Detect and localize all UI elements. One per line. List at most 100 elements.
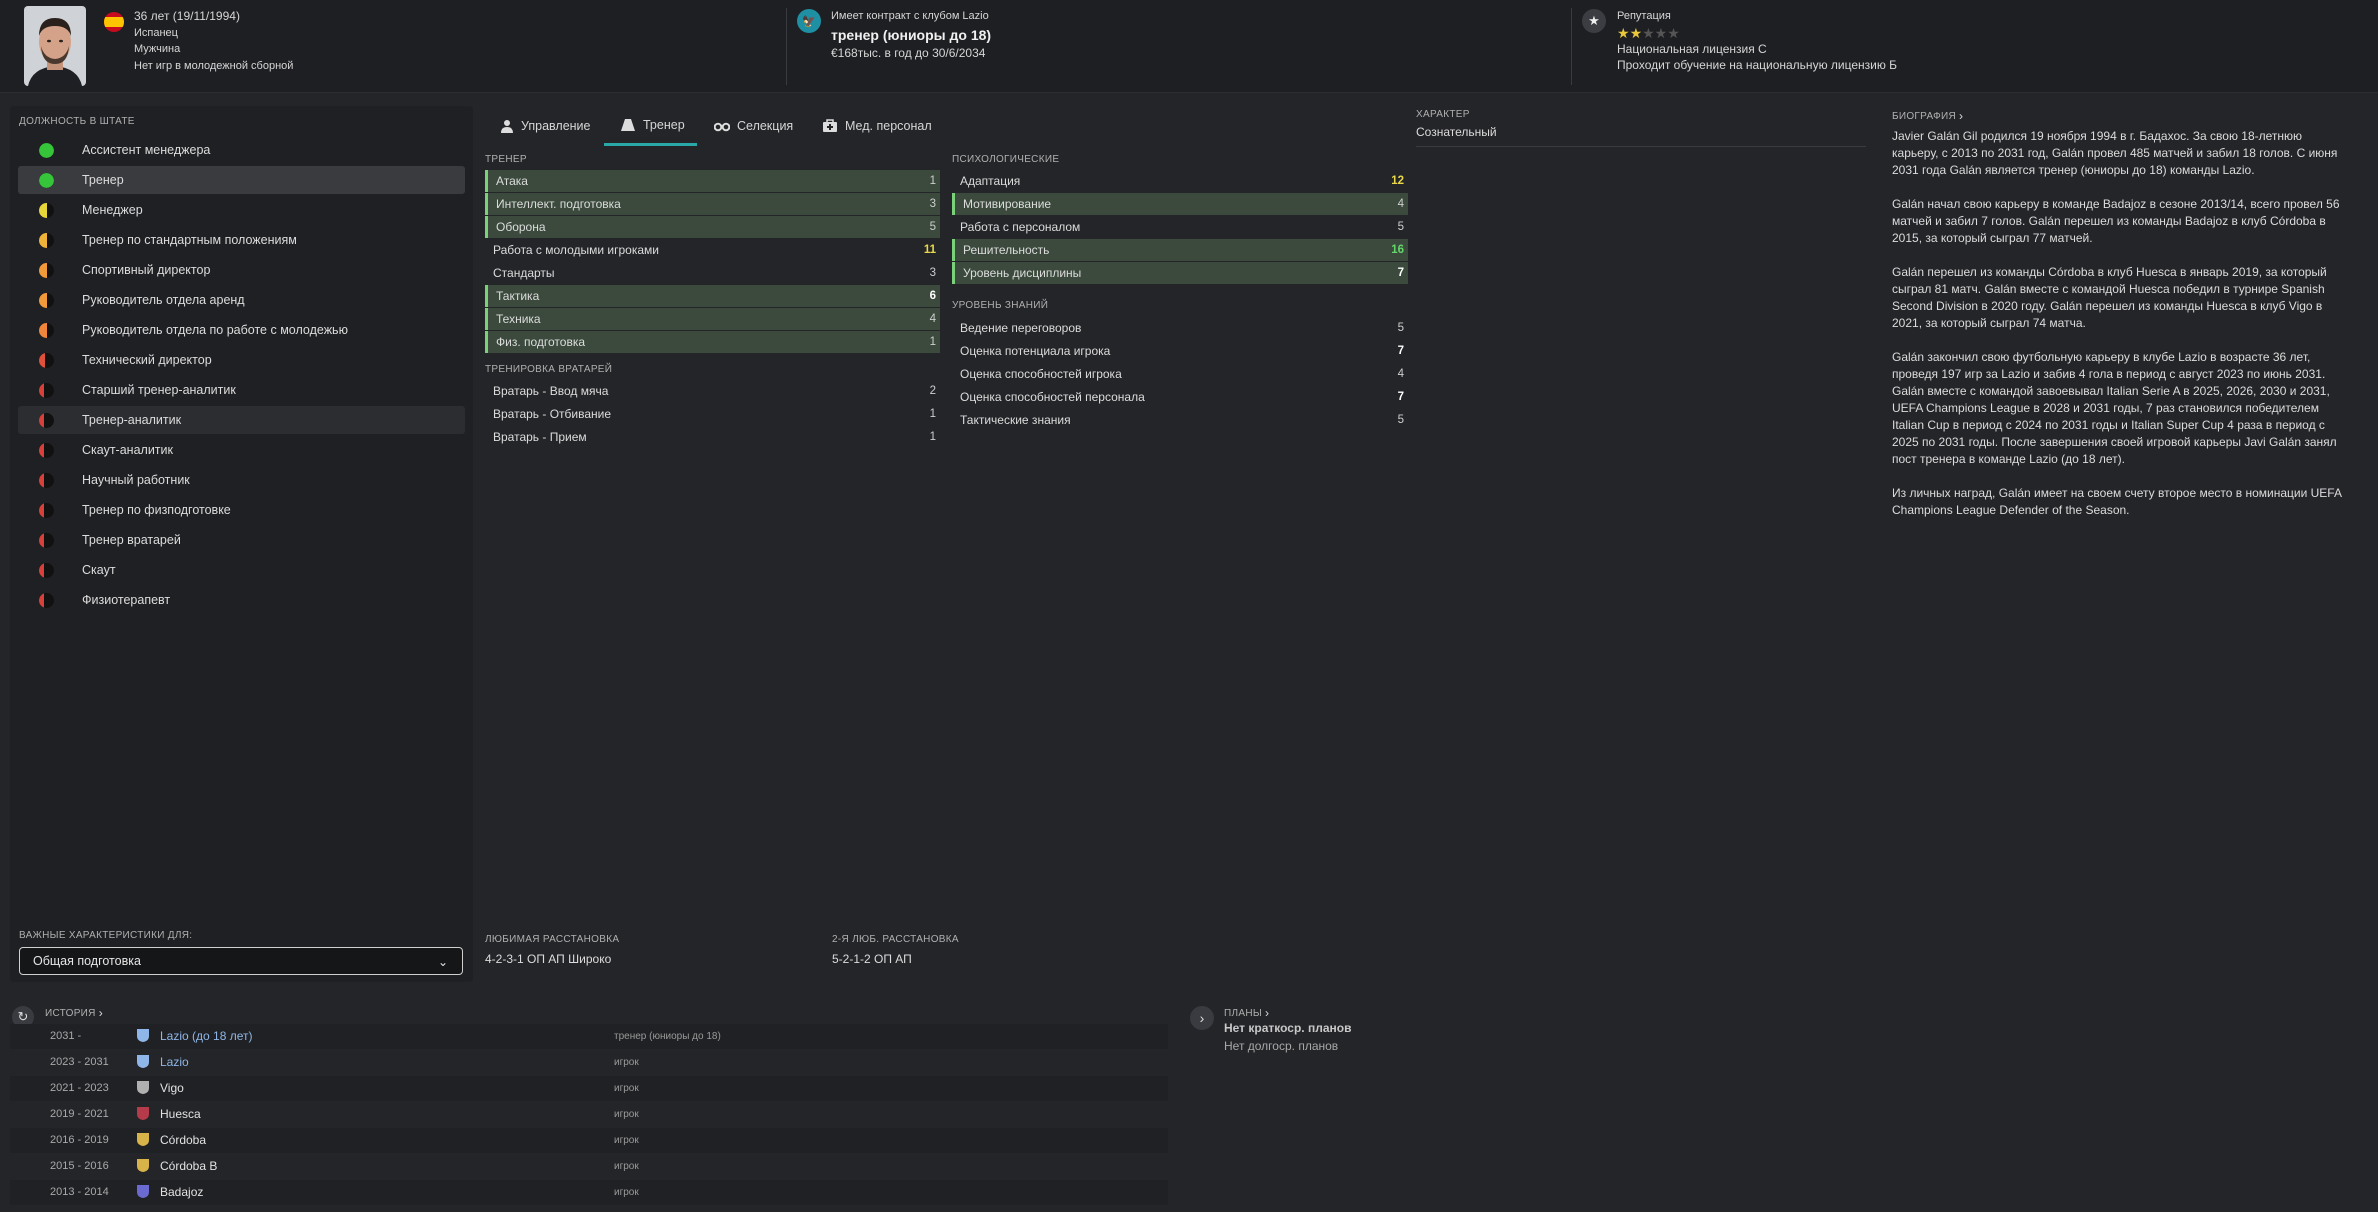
staff-role-item[interactable]: Спортивный директор (18, 256, 465, 284)
attribute-name: Вратарь - Ввод мяча (493, 384, 609, 398)
suitability-icon (39, 383, 54, 398)
history-role: тренер (юниоры до 18) (614, 1031, 721, 1042)
attribute-row[interactable]: Вратарь - Отбивание 1 (485, 403, 940, 425)
contract-label: Имеет контракт с клубом Lazio (831, 10, 989, 22)
history-years: 2021 - 2023 (50, 1082, 109, 1094)
attribute-row[interactable]: Вратарь - Ввод мяча 2 (485, 380, 940, 402)
lazio-crest-icon[interactable]: 🦅 (797, 9, 821, 33)
history-club[interactable]: Badajoz (160, 1185, 203, 1199)
attribute-row[interactable]: Атака 1 (485, 170, 940, 192)
plans-header[interactable]: ПЛАНЫ › (1224, 1006, 1269, 1020)
suitability-icon (39, 203, 54, 218)
attribute-row[interactable]: Работа с молодыми игроками 11 (485, 239, 940, 261)
tab-scouting[interactable]: Селекция (714, 106, 793, 146)
attribute-value: 5 (1397, 414, 1404, 426)
history-club[interactable]: Lazio (160, 1055, 189, 1069)
short-term-plans: Нет краткоср. планов (1224, 1021, 1352, 1035)
staff-role-item[interactable]: Физиотерапевт (18, 586, 465, 614)
biography-paragraph: Galán начал свою карьеру в команде Badaj… (1892, 197, 2340, 245)
tab-medical[interactable]: Мед. персонал (822, 106, 932, 146)
suitability-icon (39, 413, 54, 428)
history-club[interactable]: Córdoba B (160, 1159, 217, 1173)
history-header[interactable]: ИСТОРИЯ › (45, 1006, 103, 1020)
staff-role-label: Научный работник (82, 473, 190, 487)
attribute-row[interactable]: Тактические знания 5 (952, 409, 1408, 431)
attribute-row[interactable]: Физ. подготовка 1 (485, 331, 940, 353)
chevron-right-icon: › (98, 1006, 103, 1020)
attribute-row[interactable]: Оценка потенциала игрока 7 (952, 340, 1408, 362)
attribute-name: Оборона (496, 220, 546, 234)
staff-role-item[interactable]: Технический директор (18, 346, 465, 374)
attribute-row[interactable]: Техника 4 (485, 308, 940, 330)
attribute-row[interactable]: Интеллект. подготовка 3 (485, 193, 940, 215)
attribute-row[interactable]: Оборона 5 (485, 216, 940, 238)
attribute-row[interactable]: Оценка способностей персонала 7 (952, 386, 1408, 408)
attribute-row[interactable]: Вратарь - Прием 1 (485, 426, 940, 448)
tab-management[interactable]: Управление (500, 106, 591, 146)
staff-role-item[interactable]: Скаут-аналитик (18, 436, 465, 464)
character-title: ХАРАКТЕР (1416, 109, 1470, 120)
attribute-row[interactable]: Ведение переговоров 5 (952, 317, 1408, 339)
attribute-row[interactable]: Работа с персоналом 5 (952, 216, 1408, 238)
attribute-name: Уровень дисциплины (963, 266, 1082, 280)
attribute-name: Работа с персоналом (960, 220, 1081, 234)
attribute-name: Вратарь - Прием (493, 430, 587, 444)
divider (1416, 146, 1866, 147)
plans-arrow-icon[interactable]: › (1190, 1006, 1214, 1030)
personal-info: 36 лет (19/11/1994) Испанец Мужчина Нет … (134, 8, 293, 101)
history-club[interactable]: Córdoba (160, 1133, 206, 1147)
staff-role-item[interactable]: Ассистент менеджера (18, 136, 465, 164)
history-row[interactable]: 2021 - 2023 Vigo игрок (10, 1076, 1168, 1101)
attribute-row[interactable]: Решительность 16 (952, 239, 1408, 261)
key-attributes-value: Общая подготовка (33, 954, 141, 968)
staff-role-item[interactable]: Тренер-аналитик (18, 406, 465, 434)
attribute-row[interactable]: Адаптация 12 (952, 170, 1408, 192)
key-attributes-dropdown[interactable]: Общая подготовка ⌄ (19, 947, 463, 975)
contract-info: Имеет контракт с клубом Lazio тренер (юн… (831, 8, 991, 101)
staff-role-item[interactable]: Руководитель отдела по работе с молодежь… (18, 316, 465, 344)
staff-role-item[interactable]: Старший тренер-аналитик (18, 376, 465, 404)
suitability-icon (39, 353, 54, 368)
history-row[interactable]: 2023 - 2031 Lazio игрок (10, 1050, 1168, 1075)
history-row[interactable]: 2019 - 2021 Huesca игрок (10, 1102, 1168, 1127)
attribute-name: Работа с молодыми игроками (493, 243, 659, 257)
biography-header[interactable]: БИОГРАФИЯ › (1892, 109, 1963, 123)
star-full-icon: ★ (1617, 24, 1630, 41)
history-row[interactable]: 2016 - 2019 Córdoba игрок (10, 1128, 1168, 1153)
history-club[interactable]: Huesca (160, 1107, 201, 1121)
attribute-row[interactable]: Оценка способностей игрока 4 (952, 363, 1408, 385)
club-crest-icon (137, 1029, 149, 1042)
history-row[interactable]: 2015 - 2016 Córdoba B игрок (10, 1154, 1168, 1179)
staff-role-item[interactable]: Скаут (18, 556, 465, 584)
staff-role-item[interactable]: Тренер по физподготовке (18, 496, 465, 524)
staff-role-label: Скаут (82, 563, 116, 577)
staff-role-item[interactable]: Научный работник (18, 466, 465, 494)
tab-coach[interactable]: Тренер (604, 106, 697, 146)
staff-role-label: Физиотерапевт (82, 593, 171, 607)
attribute-row[interactable]: Уровень дисциплины 7 (952, 262, 1408, 284)
history-row[interactable]: 2031 - Lazio (до 18 лет) тренер (юниоры до… (10, 1024, 1168, 1049)
job-title[interactable]: тренер (юниоры до 18) (831, 25, 991, 45)
header-divider (1571, 8, 1572, 85)
biography-paragraph: Javier Galán Gil родился 19 ноября 1994 … (1892, 129, 2338, 177)
biography-paragraph: Из личных наград, Galán имеет на своем с… (1892, 486, 2342, 517)
attribute-row[interactable]: Тактика 6 (485, 285, 940, 307)
attribute-row[interactable]: Стандарты 3 (485, 262, 940, 284)
history-row[interactable]: 2013 - 2014 Badajoz игрок (10, 1180, 1168, 1205)
staff-role-label: Технический директор (82, 353, 212, 367)
attribute-name: Ведение переговоров (960, 321, 1082, 335)
attribute-row[interactable]: Мотивирование 4 (952, 193, 1408, 215)
staff-role-item[interactable]: Менеджер (18, 196, 465, 224)
history-role: игрок (614, 1135, 639, 1146)
staff-role-item[interactable]: Тренер по стандартным положениям (18, 226, 465, 254)
staff-role-item[interactable]: Тренер (18, 166, 465, 194)
history-club[interactable]: Lazio (до 18 лет) (160, 1029, 252, 1043)
staff-avatar (24, 6, 86, 86)
staff-role-item[interactable]: Тренер вратарей (18, 526, 465, 554)
history-club[interactable]: Vigo (160, 1081, 184, 1095)
second-formation-value: 5-2-1-2 ОП АП (832, 952, 912, 966)
club-crest-icon (137, 1081, 149, 1094)
history-role: игрок (614, 1161, 639, 1172)
reputation-info: Репутация ★★★★★ Национальная лицензия C … (1617, 8, 1897, 101)
staff-role-item[interactable]: Руководитель отдела аренд (18, 286, 465, 314)
